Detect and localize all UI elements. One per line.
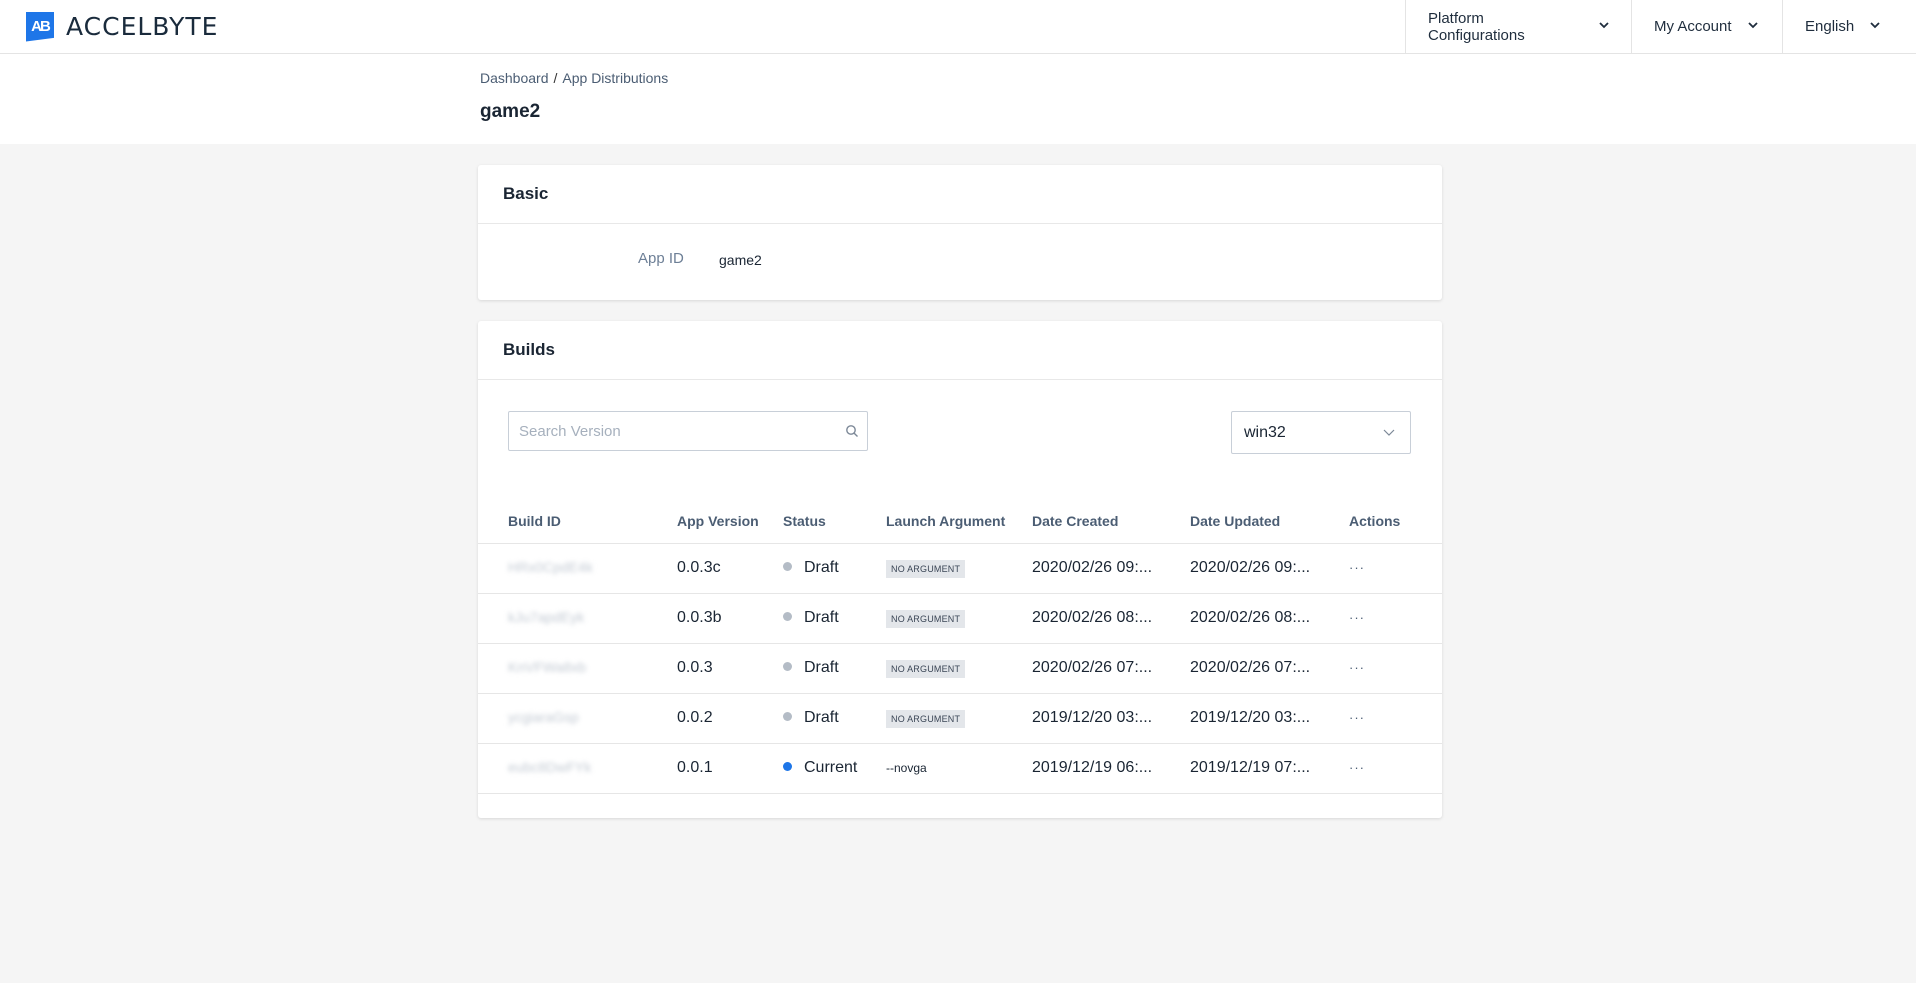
breadcrumb: Dashboard / App Distributions [480, 70, 668, 86]
brand-name: ACCELBYTE [66, 12, 219, 41]
more-actions-icon[interactable]: ··· [1349, 610, 1365, 625]
chevron-down-icon [1382, 425, 1396, 439]
more-actions-icon[interactable]: ··· [1349, 760, 1365, 775]
date-created: 2020/02/26 09:... [1032, 542, 1190, 593]
page-header: Dashboard / App Distributions game2 [0, 54, 1916, 144]
date-updated: 2019/12/20 03:... [1190, 692, 1349, 743]
build-id[interactable]: eubc8DwFYk [508, 759, 591, 775]
platform-select-value: win32 [1244, 423, 1286, 441]
status-dot-icon [783, 612, 792, 622]
column-header-app-version[interactable]: App Version [677, 499, 783, 543]
nav-platform-configurations[interactable]: Platform Configurations [1405, 0, 1631, 53]
launch-argument-text: --novga [886, 761, 927, 775]
brand-logo[interactable]: AB ACCELBYTE [26, 11, 219, 42]
date-created: 2019/12/20 03:... [1032, 692, 1190, 743]
column-header-status[interactable]: Status [783, 499, 886, 543]
platform-select[interactable]: win32 [1231, 411, 1411, 454]
date-updated: 2019/12/19 07:... [1190, 742, 1349, 794]
search-version-box [508, 411, 868, 451]
date-created: 2019/12/19 06:... [1032, 742, 1190, 794]
status-dot-icon [783, 712, 792, 722]
status-label: Draft [804, 609, 839, 626]
app-version: 0.0.2 [677, 692, 783, 743]
chevron-down-icon [1870, 21, 1880, 32]
status-label: Draft [804, 709, 839, 726]
build-id[interactable]: ycgiaraGsp [508, 709, 579, 725]
breadcrumb-dashboard-link[interactable]: Dashboard [480, 70, 549, 86]
nav-platform-label: Platform Configurations [1428, 9, 1525, 44]
launch-argument-tag: NO ARGUMENT [886, 609, 966, 628]
breadcrumb-app-distributions-link[interactable]: App Distributions [562, 70, 668, 86]
build-id[interactable]: kJu7apdEyk [508, 609, 584, 625]
more-actions-icon[interactable]: ··· [1349, 560, 1365, 575]
basic-card-title: Basic [478, 165, 1442, 224]
app-version: 0.0.3c [677, 542, 783, 593]
more-actions-icon[interactable]: ··· [1349, 710, 1365, 725]
search-version-input[interactable] [509, 412, 829, 450]
date-created: 2020/02/26 07:... [1032, 642, 1190, 693]
more-actions-icon[interactable]: ··· [1349, 660, 1365, 675]
table-row[interactable]: HRx0CpdE4k 0.0.3c Draft NO ARGUMENT 2020/02/… [478, 542, 1442, 593]
column-header-build-id[interactable]: Build ID [478, 499, 677, 543]
builds-card-title: Builds [478, 321, 1442, 380]
column-header-launch-argument[interactable]: Launch Argument [886, 499, 1032, 543]
builds-card: Builds win32 Build ID App Version Status… [478, 321, 1442, 818]
nav-account-label: My Account [1654, 18, 1732, 35]
builds-table: Build ID App Version Status Launch Argum… [478, 499, 1442, 794]
table-header-row: Build ID App Version Status Launch Argum… [478, 499, 1442, 543]
status-dot-icon [783, 562, 792, 572]
date-updated: 2020/02/26 09:... [1190, 542, 1349, 593]
app-version: 0.0.3b [677, 592, 783, 643]
chevron-down-icon [1599, 21, 1609, 32]
nav-language[interactable]: English [1782, 0, 1916, 53]
logo-mark-icon: AB [26, 11, 54, 42]
column-header-date-updated[interactable]: Date Updated [1190, 499, 1349, 543]
top-navbar: AB ACCELBYTE Platform Configurations My … [0, 0, 1916, 54]
search-icon[interactable] [845, 424, 859, 438]
table-row[interactable]: KnVFWa8xb 0.0.3 Draft NO ARGUMENT 2020/02/26… [478, 642, 1442, 693]
launch-argument-tag: NO ARGUMENT [886, 659, 966, 678]
page-title: game2 [480, 101, 541, 122]
status-dot-icon [783, 662, 792, 672]
table-row[interactable]: eubc8DwFYk 0.0.1 Current --novga 2019/12/19 … [478, 742, 1442, 794]
date-created: 2020/02/26 08:... [1032, 592, 1190, 643]
app-id-label: App ID [638, 250, 684, 267]
status-label: Draft [804, 559, 839, 576]
date-updated: 2020/02/26 07:... [1190, 642, 1349, 693]
nav-language-label: English [1805, 18, 1855, 35]
launch-argument-tag: NO ARGUMENT [886, 559, 966, 578]
nav-my-account[interactable]: My Account [1631, 0, 1782, 53]
status-dot-icon [783, 762, 792, 772]
table-row[interactable]: kJu7apdEyk 0.0.3b Draft NO ARGUMENT 2020/02/… [478, 592, 1442, 643]
build-id[interactable]: HRx0CpdE4k [508, 559, 593, 575]
app-id-value: game2 [719, 252, 762, 268]
date-updated: 2020/02/26 08:... [1190, 592, 1349, 643]
app-version: 0.0.1 [677, 742, 783, 794]
table-row[interactable]: ycgiaraGsp 0.0.2 Draft NO ARGUMENT 2019/12/2… [478, 692, 1442, 743]
column-header-actions: Actions [1349, 512, 1401, 529]
status-label: Current [804, 759, 858, 776]
launch-argument-tag: NO ARGUMENT [886, 709, 966, 728]
basic-card: Basic App ID game2 [478, 165, 1442, 300]
status-label: Draft [804, 659, 839, 676]
column-header-date-created[interactable]: Date Created [1032, 499, 1190, 543]
chevron-down-icon [1747, 21, 1758, 32]
build-id[interactable]: KnVFWa8xb [508, 659, 586, 675]
breadcrumb-separator: / [553, 70, 558, 86]
app-version: 0.0.3 [677, 642, 783, 693]
